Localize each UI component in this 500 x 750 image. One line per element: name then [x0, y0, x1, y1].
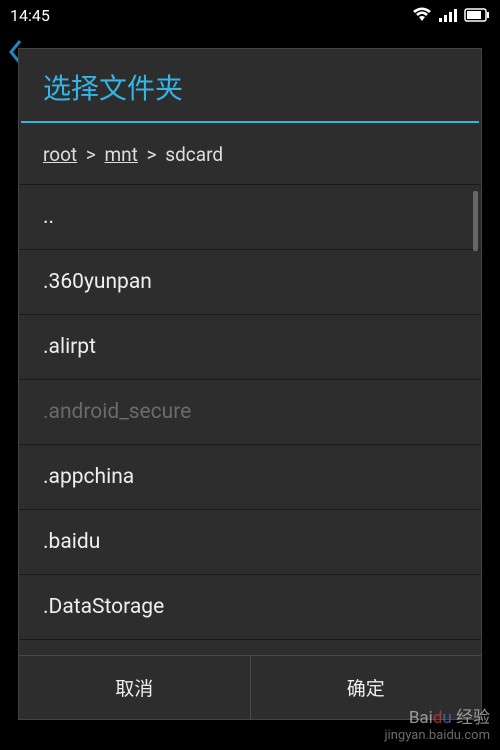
list-item[interactable]: .appchina [19, 445, 481, 510]
folder-list: .. .360yunpan .alirpt .android_secure .a… [19, 185, 481, 655]
breadcrumb-root[interactable]: root [43, 143, 77, 166]
list-item[interactable]: .. [19, 185, 481, 250]
folder-picker-dialog: 选择文件夹 root > mnt > sdcard .. .360yunpan … [18, 48, 482, 720]
battery-icon [464, 8, 490, 22]
status-icons [412, 7, 490, 23]
watermark-url: jingyan.baidu.com [384, 728, 490, 744]
list-item[interactable]: .360yunpan [19, 250, 481, 315]
breadcrumb-mnt[interactable]: mnt [105, 143, 138, 166]
scrollbar[interactable] [473, 191, 478, 251]
list-item: .android_secure [19, 380, 481, 445]
list-item[interactable]: .DataStorage [19, 575, 481, 640]
watermark: Baidu 经验 jingyan.baidu.com [384, 708, 490, 744]
dialog-title: 选择文件夹 [19, 49, 481, 121]
cancel-button[interactable]: 取消 [19, 656, 251, 719]
list-item[interactable]: .baidu [19, 510, 481, 575]
breadcrumb-current: sdcard [165, 143, 223, 166]
breadcrumb[interactable]: root > mnt > sdcard [19, 123, 481, 185]
status-bar: 14:45 [0, 0, 500, 30]
signal-icon [438, 8, 458, 22]
wifi-icon [412, 7, 432, 23]
list-item[interactable]: .alirpt [19, 315, 481, 380]
status-time: 14:45 [10, 6, 50, 25]
watermark-brand: Baidu 经验 [384, 708, 490, 728]
